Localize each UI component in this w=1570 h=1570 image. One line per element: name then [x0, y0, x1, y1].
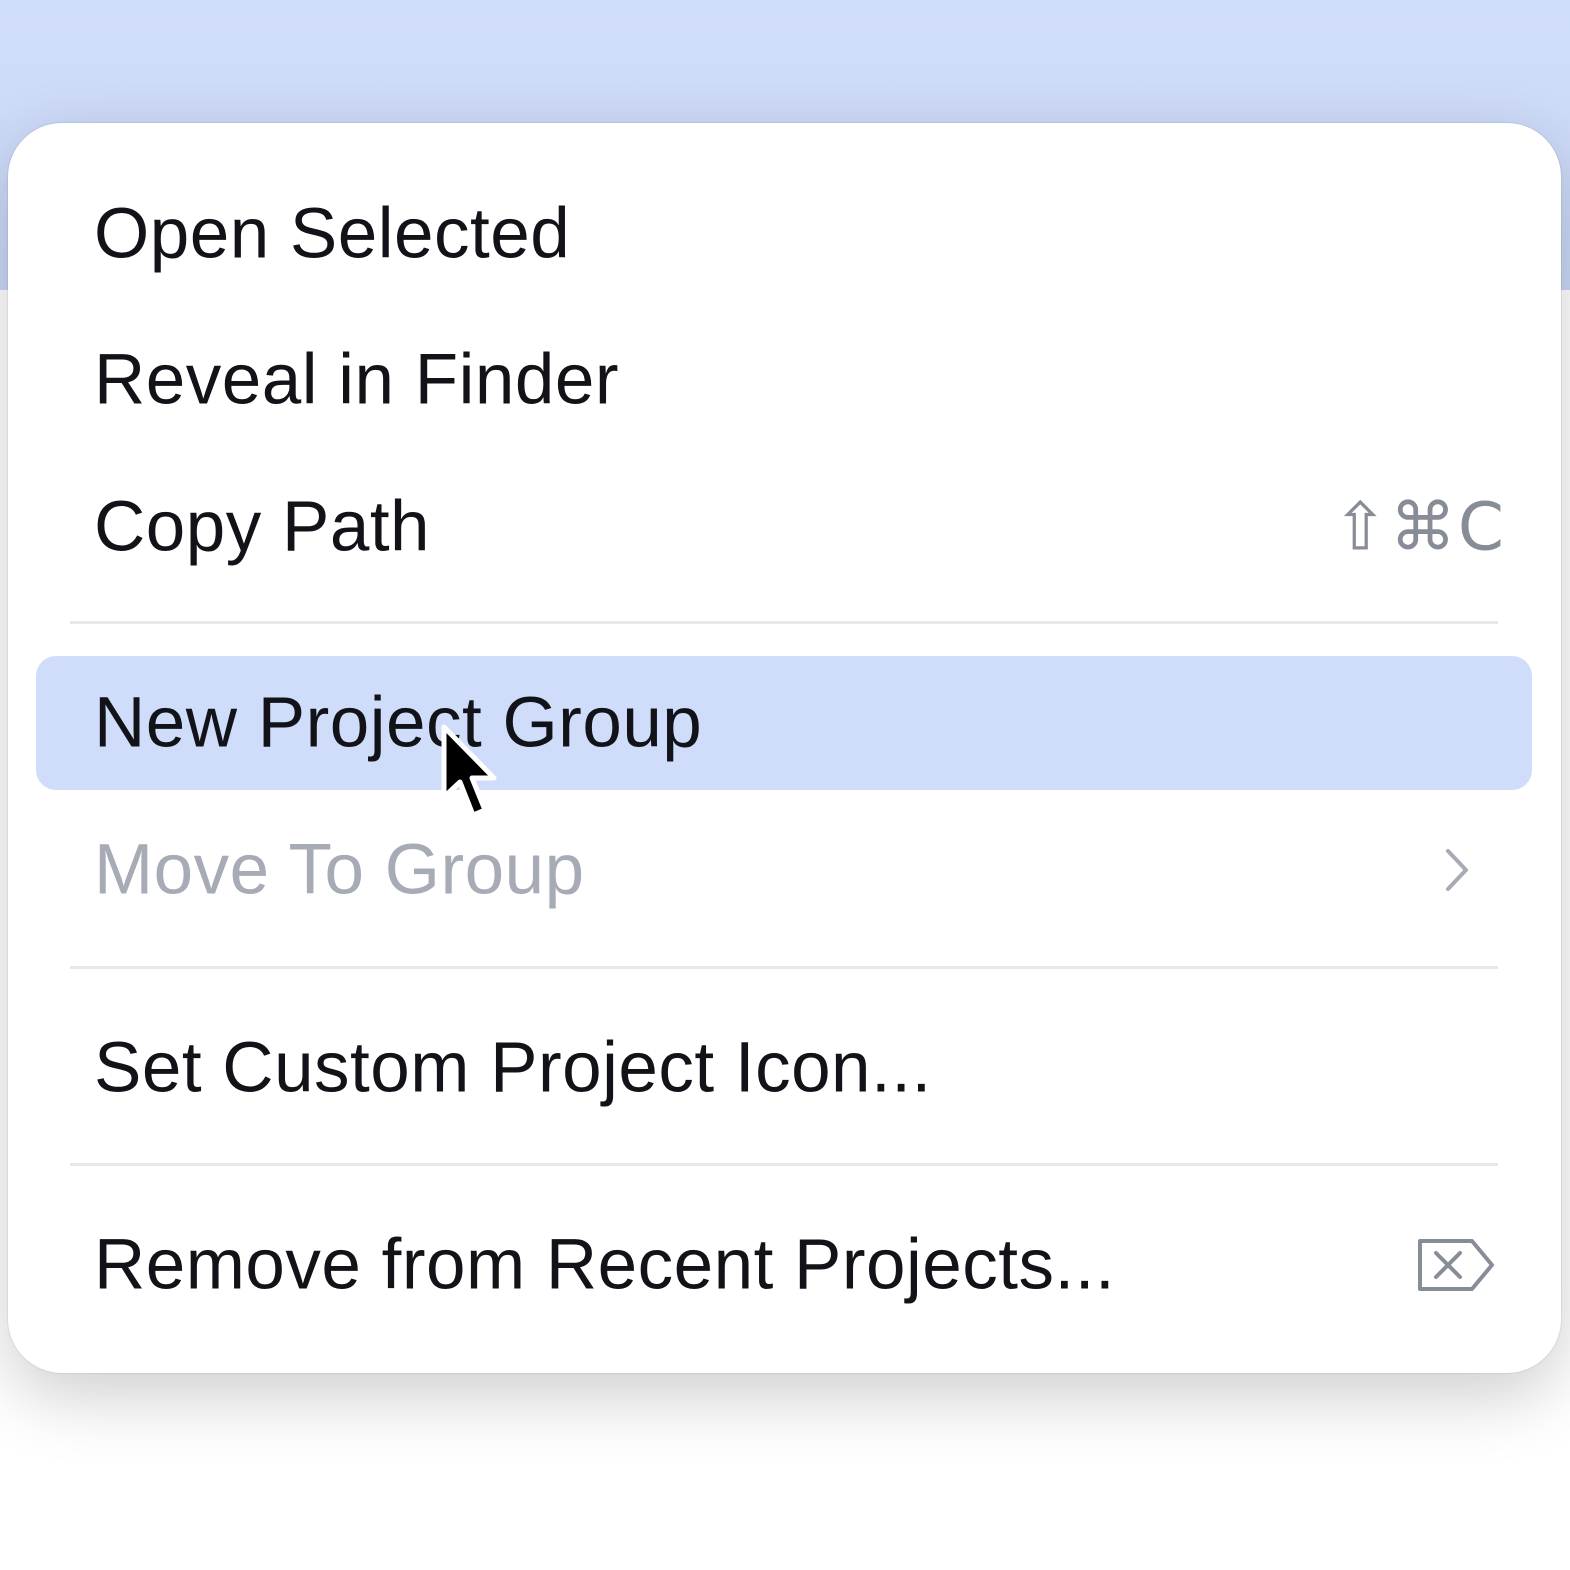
chevron-right-icon [1446, 849, 1468, 891]
menu-separator [70, 621, 1498, 624]
menu-item-label: New Project Group [94, 683, 703, 763]
menu-item-remove-from-recent-projects[interactable]: Remove from Recent Projects... [36, 1198, 1532, 1332]
menu-item-label: Reveal in Finder [94, 340, 619, 420]
menu-item-label: Open Selected [94, 194, 571, 274]
menu-separator [70, 966, 1498, 969]
delete-key-icon [1418, 1239, 1494, 1291]
menu-item-set-custom-project-icon[interactable]: Set Custom Project Icon... [36, 1001, 1532, 1135]
menu-item-label: Remove from Recent Projects... [94, 1225, 1116, 1305]
menu-item-open-selected[interactable]: Open Selected [36, 167, 1532, 301]
menu-item-reveal-in-finder[interactable]: Reveal in Finder [36, 313, 1532, 447]
menu-item-label: Set Custom Project Icon... [94, 1028, 932, 1108]
menu-item-label: Move To Group [94, 830, 585, 910]
menu-item-move-to-group[interactable]: Move To Group [36, 803, 1532, 937]
menu-separator [70, 1163, 1498, 1166]
mouse-cursor-icon [441, 724, 497, 818]
menu-item-copy-path[interactable]: Copy Path ⇧⌘C [36, 460, 1532, 594]
menu-item-new-project-group[interactable]: New Project Group [36, 656, 1532, 790]
shortcut-label: ⇧⌘C [1332, 488, 1506, 566]
context-menu: Open Selected Reveal in Finder Copy Path… [8, 123, 1561, 1373]
menu-item-label: Copy Path [94, 487, 431, 567]
